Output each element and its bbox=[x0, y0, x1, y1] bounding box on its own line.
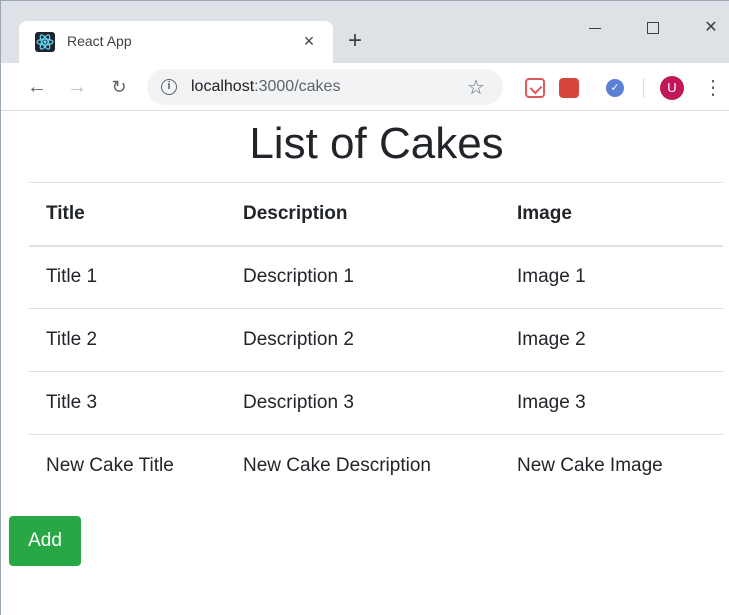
cell-description: Description 1 bbox=[226, 245, 500, 309]
table-row: Title 3 Description 3 Image 3 bbox=[29, 371, 723, 435]
table-row: Title 1 Description 1 Image 1 bbox=[29, 245, 723, 309]
new-tab-icon[interactable]: + bbox=[341, 27, 369, 55]
column-header-image: Image bbox=[500, 182, 723, 247]
pocket-extension-icon[interactable] bbox=[525, 78, 545, 98]
column-header-title: Title bbox=[29, 182, 226, 247]
react-logo-icon bbox=[35, 32, 55, 52]
cell-title: New Cake Title bbox=[29, 434, 226, 498]
cell-image: Image 2 bbox=[500, 308, 723, 372]
cell-description: Description 2 bbox=[226, 308, 500, 372]
tab-close-icon[interactable]: × bbox=[297, 29, 321, 53]
cell-image: New Cake Image bbox=[500, 434, 723, 498]
profile-avatar[interactable]: U bbox=[660, 76, 684, 100]
bug-extension-icon[interactable] bbox=[559, 78, 579, 98]
minimize-icon[interactable] bbox=[575, 13, 615, 43]
window-close-icon[interactable]: ✕ bbox=[691, 13, 729, 43]
cell-image: Image 1 bbox=[500, 245, 723, 309]
browser-toolbar: ← → ↻ i localhost:3000/cakes ☆ ✓ U ⋮ bbox=[1, 63, 729, 111]
cell-title: Title 3 bbox=[29, 371, 226, 435]
check-extension-icon[interactable]: ✓ bbox=[606, 79, 624, 97]
page-title: List of Cakes bbox=[249, 119, 504, 168]
add-button[interactable]: Add bbox=[9, 516, 81, 566]
cakes-table: Title Description Image Title 1 Descript… bbox=[29, 182, 723, 498]
url-host: localhost bbox=[191, 78, 255, 95]
info-icon[interactable]: i bbox=[161, 79, 177, 95]
kebab-menu-icon[interactable]: ⋮ bbox=[703, 75, 723, 101]
table-header-row: Title Description Image bbox=[29, 182, 723, 247]
table-row: New Cake Title New Cake Description New … bbox=[29, 434, 723, 498]
page-content: List of Cakes Title Description Image Ti… bbox=[1, 111, 729, 615]
column-header-description: Description bbox=[226, 182, 500, 247]
cell-title: Title 2 bbox=[29, 308, 226, 372]
url-text[interactable]: localhost:3000/cakes bbox=[191, 78, 340, 96]
tab-strip: React App × + ✕ bbox=[1, 1, 729, 63]
browser-window: React App × + ✕ ← → ↻ i localhost:3000/c… bbox=[0, 0, 729, 615]
cell-title: Title 1 bbox=[29, 245, 226, 309]
forward-arrow-icon[interactable]: → bbox=[63, 73, 91, 101]
reload-icon[interactable]: ↻ bbox=[105, 73, 133, 101]
url-path: :3000/cakes bbox=[254, 78, 341, 95]
toolbar-separator bbox=[643, 78, 644, 98]
cell-description: New Cake Description bbox=[226, 434, 500, 498]
cell-description: Description 3 bbox=[226, 371, 500, 435]
tab-title: React App bbox=[67, 33, 132, 49]
table-row: Title 2 Description 2 Image 2 bbox=[29, 308, 723, 372]
bookmark-star-icon[interactable]: ☆ bbox=[467, 75, 485, 100]
cell-image: Image 3 bbox=[500, 371, 723, 435]
maximize-icon[interactable] bbox=[633, 13, 673, 43]
back-arrow-icon[interactable]: ← bbox=[23, 73, 51, 101]
tab-react-app[interactable]: React App × bbox=[19, 21, 333, 63]
address-bar[interactable]: i localhost:3000/cakes ☆ bbox=[147, 69, 503, 105]
